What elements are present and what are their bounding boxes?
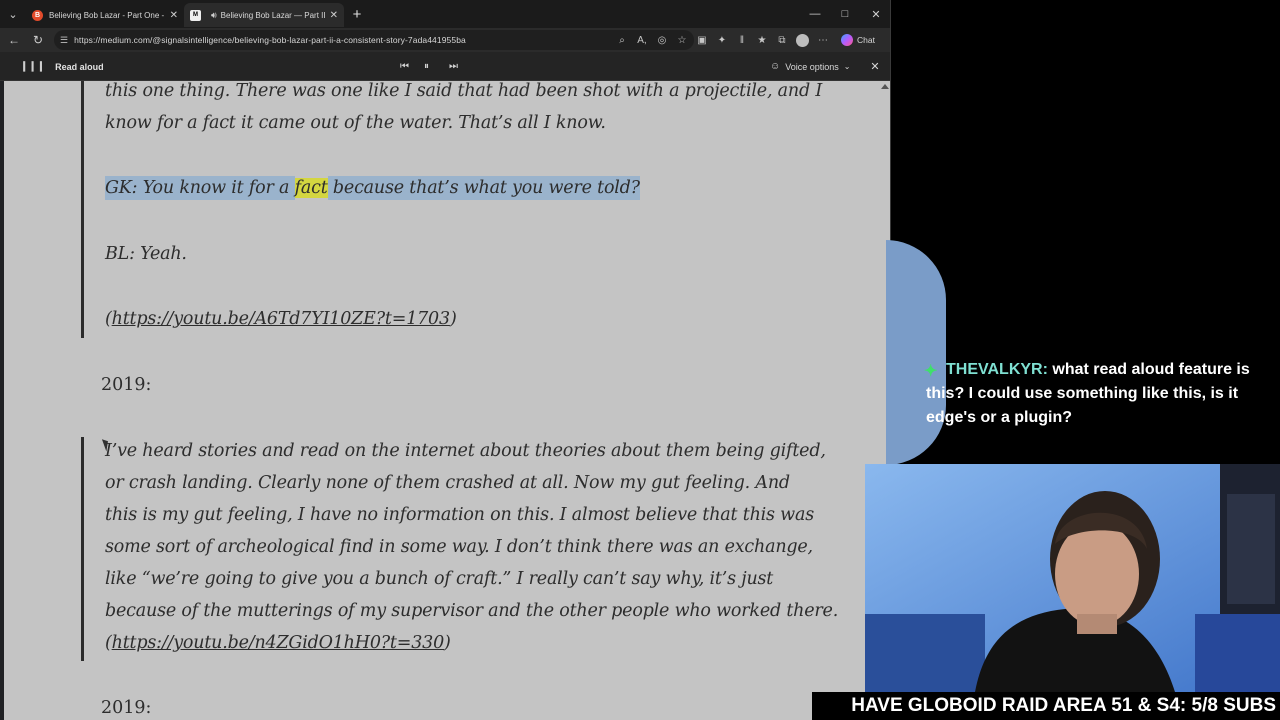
- read-aloud-bar: ❙❙❙ Read aloud ⏮︎ ⏸︎ ⏭︎ ☺ Voice options …: [0, 52, 890, 81]
- chat-username: THEVALKYR:: [946, 361, 1048, 378]
- current-word: fact: [294, 178, 328, 198]
- tab-actions-chevron-icon[interactable]: ⌄: [0, 0, 26, 28]
- collections-icon[interactable]: ⧉: [772, 28, 792, 52]
- source-link-line: (https://youtu.be/A6Td7YI10ZE?t=1703): [105, 309, 457, 329]
- new-tab-button[interactable]: +: [344, 0, 370, 28]
- url-text: https://medium.com/@signalsintelligence/…: [74, 35, 466, 45]
- quote-line: BL: Yeah.: [105, 244, 187, 264]
- year-heading: 2019:: [101, 375, 152, 395]
- quote-line: because of the mutterings of my supervis…: [105, 601, 839, 621]
- paren-close: ): [449, 309, 457, 329]
- paren-open: (: [105, 633, 112, 653]
- article-content: this one thing. There was one like I sai…: [4, 81, 878, 720]
- blockquote-bar: [81, 81, 84, 338]
- tab-favicon: B: [32, 9, 43, 21]
- sparkle-icon: ✦: [924, 363, 938, 380]
- quote-line: this one thing. There was one like I sai…: [105, 81, 823, 101]
- voice-icon: ☺: [770, 61, 781, 72]
- youtube-link[interactable]: https://youtu.be/n4ZGidO1hH0?t=330: [112, 633, 445, 653]
- pause-icon[interactable]: ⏸︎: [424, 52, 429, 81]
- copilot-chat-button[interactable]: Chat: [841, 34, 875, 46]
- youtube-link[interactable]: https://youtu.be/A6Td7YI10ZE?t=1703: [112, 309, 450, 329]
- screen: ⌄ B Believing Bob Lazar - Part One - E ✕…: [0, 0, 1280, 720]
- subscriber-goal-banner: HAVE GLOBOID RAID AREA 51 & S4: 5/8 SUBS: [812, 692, 1280, 720]
- speaker-icon[interactable]: 🔊︎: [211, 10, 217, 21]
- overlay-blob: [886, 240, 946, 465]
- chevron-down-icon: ⌄: [843, 62, 851, 71]
- quote-line: some sort of archeological find in some …: [105, 537, 813, 557]
- read-aloud-title: ❙❙❙ Read aloud: [20, 52, 104, 81]
- copilot-icon: [841, 34, 853, 46]
- voice-options-button[interactable]: ☺ Voice options ⌄: [770, 52, 850, 81]
- minimize-icon[interactable]: —: [800, 0, 830, 28]
- tab-title: Believing Bob Lazar — Part II: [220, 10, 326, 20]
- blockquote-bar: [81, 437, 84, 661]
- sentence-after: because that’s what you were told?: [327, 176, 640, 200]
- close-tab-icon[interactable]: ✕: [170, 10, 178, 21]
- browser-window: ⌄ B Believing Bob Lazar - Part One - E ✕…: [0, 0, 891, 720]
- close-tab-icon[interactable]: ✕: [330, 10, 338, 21]
- close-read-aloud-icon[interactable]: ✕: [868, 52, 882, 81]
- paren-open: (: [105, 309, 112, 329]
- sentence-before: GK: You know it for a: [105, 176, 295, 200]
- voice-options-label: Voice options: [785, 61, 839, 72]
- favorites-icon[interactable]: ★: [752, 28, 772, 52]
- quote-line: or crash landing. Clearly none of them c…: [105, 473, 790, 493]
- tab-title: Believing Bob Lazar - Part One - E: [49, 10, 166, 20]
- previous-paragraph-icon[interactable]: ⏮︎: [400, 52, 409, 81]
- immersive-reader-icon[interactable]: ◎: [652, 28, 672, 52]
- quote-line: know for a fact it came out of the water…: [105, 113, 606, 133]
- highlighted-sentence: GK: You know it for a fact because that’…: [105, 176, 640, 200]
- scroll-up-arrow-icon[interactable]: [881, 84, 889, 89]
- year-heading: 2019:: [101, 698, 152, 718]
- read-aloud-label: Read aloud: [55, 61, 104, 72]
- chat-label: Chat: [857, 35, 875, 45]
- chat-overlay: ✦ THEVALKYR: what read aloud feature is …: [924, 358, 1266, 430]
- maximize-icon[interactable]: □: [830, 0, 860, 28]
- quote-line: I’ve heard stories and read on the inter…: [105, 441, 826, 461]
- source-link-line: (https://youtu.be/n4ZGidO1hH0?t=330): [105, 633, 451, 653]
- tab-bar: ⌄ B Believing Bob Lazar - Part One - E ✕…: [0, 0, 890, 28]
- reload-icon[interactable]: ↻: [26, 28, 50, 52]
- address-bar[interactable]: ☰ https://medium.com/@signalsintelligenc…: [54, 30, 694, 50]
- webcam-image: [865, 464, 1280, 692]
- quote-line: this is my gut feeling, I have no inform…: [105, 505, 814, 525]
- quote-line: like “we’re going to give you a bunch of…: [105, 569, 774, 589]
- read-aloud-bars-icon: ❙❙❙: [20, 61, 46, 72]
- more-menu-icon[interactable]: ⋯: [813, 28, 833, 52]
- webcam-feed: [865, 464, 1280, 692]
- tab-part-one[interactable]: B Believing Bob Lazar - Part One - E ✕: [26, 3, 184, 27]
- zoom-icon[interactable]: ⌕: [612, 28, 632, 52]
- favorite-star-icon[interactable]: ☆: [672, 28, 692, 52]
- profile-avatar[interactable]: [796, 33, 809, 47]
- tab-part-two[interactable]: M 🔊︎ Believing Bob Lazar — Part II ✕: [184, 3, 344, 27]
- split-screen-icon[interactable]: ‖: [732, 28, 752, 52]
- extension-icon[interactable]: ▣: [692, 28, 712, 52]
- close-window-icon[interactable]: ✕: [861, 0, 890, 28]
- puzzle-icon[interactable]: ✦: [712, 28, 732, 52]
- next-paragraph-icon[interactable]: ⏭︎: [449, 52, 458, 81]
- address-icons: ⌕ A, ◎ ☆ ▣ ✦ ‖ ★ ⧉ ⋯ Chat: [612, 28, 875, 52]
- site-info-icon[interactable]: ☰: [60, 35, 68, 46]
- read-aloud-icon[interactable]: A,: [632, 28, 652, 52]
- paren-close: ): [444, 633, 451, 653]
- back-icon[interactable]: ←: [2, 28, 26, 52]
- tab-favicon: M: [190, 9, 201, 21]
